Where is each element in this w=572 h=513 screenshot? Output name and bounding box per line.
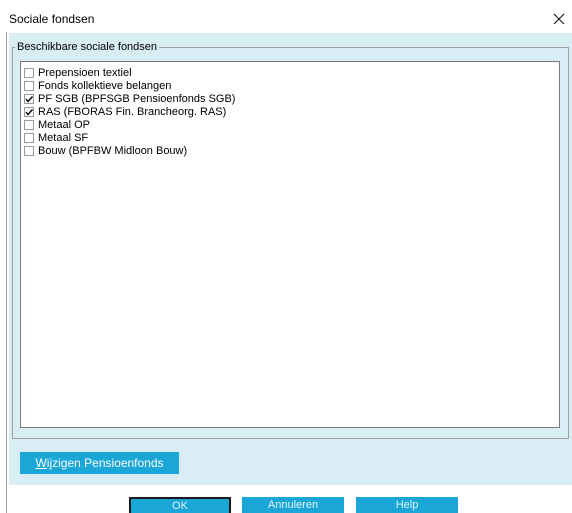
checkbox[interactable] xyxy=(24,120,34,130)
checkbox[interactable] xyxy=(24,68,34,78)
checkbox[interactable] xyxy=(24,146,34,156)
help-button[interactable]: Help xyxy=(356,497,458,513)
window-title: Sociale fondsen xyxy=(9,12,95,26)
title-bar: Sociale fondsen xyxy=(0,0,572,32)
checkbox[interactable] xyxy=(24,133,34,143)
checkmark-icon xyxy=(25,96,34,103)
checkbox[interactable] xyxy=(24,94,34,104)
checkbox[interactable] xyxy=(24,107,34,117)
list-item[interactable]: PF SGB (BPFSGB Pensioenfonds SGB) xyxy=(24,93,235,105)
cancel-button[interactable]: Annuleren xyxy=(242,497,344,513)
list-item[interactable]: Metaal OP xyxy=(24,119,90,131)
list-item-label: RAS (FBORAS Fin. Brancheorg. RAS) xyxy=(38,106,227,118)
window-edge xyxy=(6,32,7,513)
list-item-label: Fonds kollektieve belangen xyxy=(38,80,172,92)
list-item[interactable]: Metaal SF xyxy=(24,132,88,144)
ok-button[interactable]: OK xyxy=(129,497,231,513)
list-item-label: PF SGB (BPFSGB Pensioenfonds SGB) xyxy=(38,93,236,105)
list-item-label: Metaal OP xyxy=(38,119,90,131)
wijzigen-pensioenfonds-button[interactable]: Wijzigen Pensioenfonds xyxy=(20,452,179,474)
list-item[interactable]: Fonds kollektieve belangen xyxy=(24,80,171,92)
checkbox[interactable] xyxy=(24,81,34,91)
list-item[interactable]: Bouw (BPFBW Midloon Bouw) xyxy=(24,145,187,157)
close-button[interactable] xyxy=(548,8,570,30)
list-item[interactable]: Prepensioen textiel xyxy=(24,67,132,79)
list-item-label: Metaal SF xyxy=(38,132,89,144)
funds-listbox[interactable]: Prepensioen textiel Fonds kollektieve be… xyxy=(20,61,560,428)
checkmark-icon xyxy=(25,109,34,116)
button-label: ijzigen Pensioenfonds xyxy=(46,456,164,470)
list-item-label: Prepensioen textiel xyxy=(38,67,132,79)
button-mnemonic: W xyxy=(35,456,47,470)
close-icon xyxy=(553,13,565,25)
list-item-label: Bouw (BPFBW Midloon Bouw) xyxy=(38,145,188,157)
groupbox-title: Beschikbare sociale fondsen xyxy=(15,40,160,54)
list-item[interactable]: RAS (FBORAS Fin. Brancheorg. RAS) xyxy=(24,106,226,118)
